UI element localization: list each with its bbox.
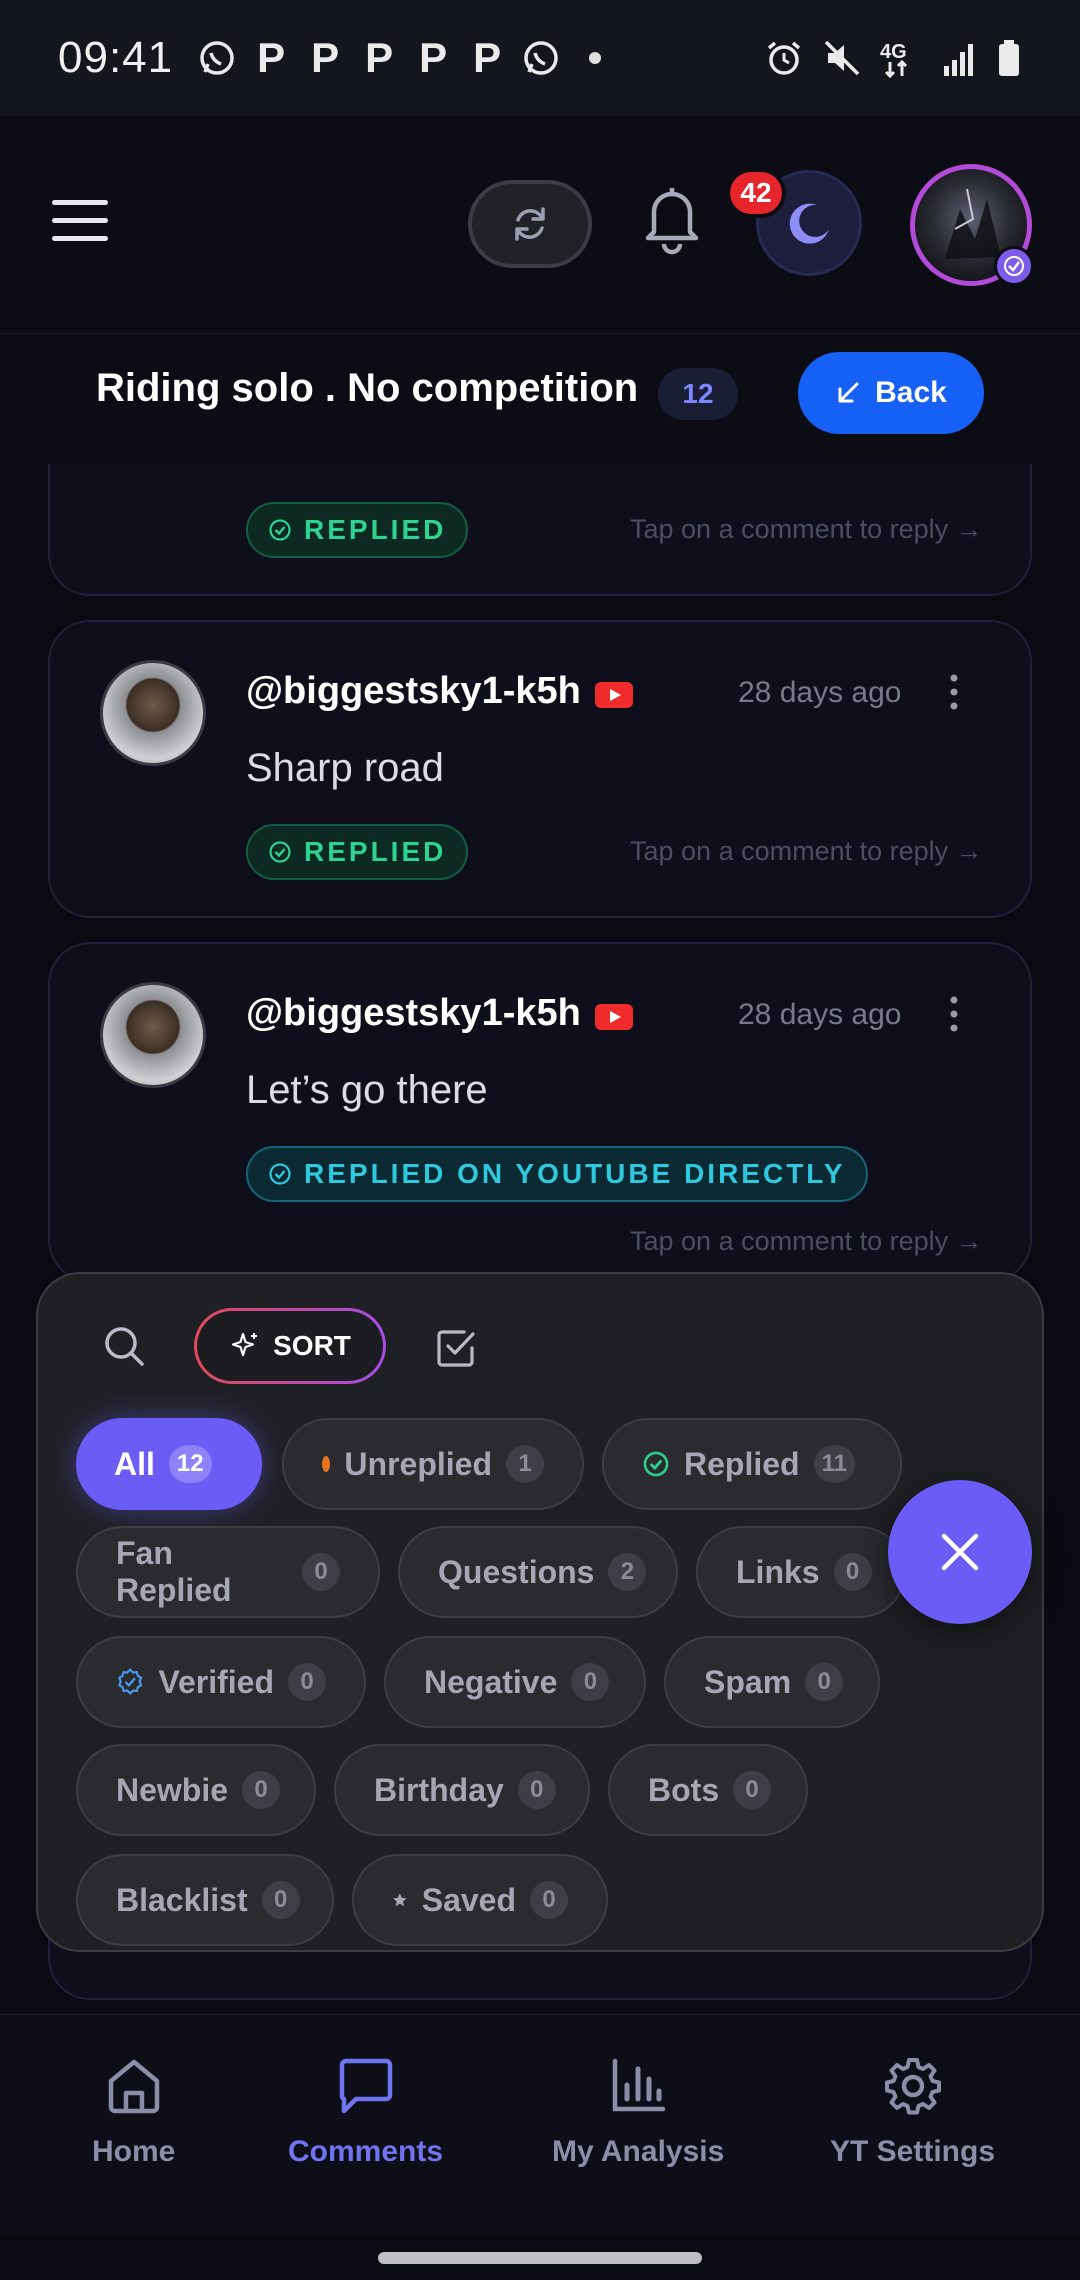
filter-chip-replied[interactable]: Replied 11 (602, 1418, 902, 1510)
filter-chip-verified[interactable]: Verified 0 (76, 1636, 366, 1728)
whatsapp-icon (524, 41, 558, 75)
avatar (100, 982, 206, 1088)
svg-text:4G: 4G (880, 41, 907, 63)
bar-chart-icon (612, 2058, 666, 2112)
page-title: Riding solo . No competition (96, 366, 639, 410)
network-4g-icon: 4G (880, 41, 908, 78)
close-icon (941, 1533, 979, 1571)
comment-timestamp: 28 days ago (738, 676, 902, 709)
nav-item-home[interactable]: Home (92, 2055, 175, 2169)
back-button-label: Back (875, 376, 947, 409)
star-icon (393, 1893, 407, 1907)
comment-card[interactable]: @biggestsky1-k5h 28 days ago Sharp road … (48, 620, 1032, 918)
filter-chip-blacklist[interactable]: Blacklist 0 (76, 1854, 334, 1946)
youtube-icon (595, 682, 633, 708)
refresh-icon (515, 207, 545, 241)
comment-username: @biggestsky1-k5h (246, 992, 581, 1034)
app-header: 42 (0, 116, 1080, 334)
filter-chip-saved[interactable]: Saved 0 (352, 1854, 608, 1946)
battery-icon (999, 40, 1019, 76)
comment-count-badge: 12 (658, 368, 738, 420)
back-button[interactable]: Back (798, 352, 984, 434)
sort-label: SORT (273, 1330, 351, 1361)
filter-chip-unreplied[interactable]: Unreplied 1 (282, 1418, 584, 1510)
status-time: 09:41 (58, 33, 174, 82)
app-notification-icon: P (419, 34, 448, 81)
gear-icon (884, 2058, 941, 2115)
avatar (100, 660, 206, 766)
home-icon (108, 2059, 159, 2114)
filter-chip-negative[interactable]: Negative 0 (384, 1636, 646, 1728)
sort-button[interactable]: SORT (194, 1308, 386, 1384)
nav-item-comments[interactable]: Comments (288, 2055, 443, 2169)
status-badge: REPLIED ON YOUTUBE DIRECTLY (246, 1146, 868, 1202)
check-circle-icon (269, 1163, 291, 1185)
home-indicator (378, 2252, 702, 2264)
youtube-icon (595, 1004, 633, 1030)
notification-count-badge: 42 (730, 172, 782, 214)
filter-chip-newbie[interactable]: Newbie 0 (76, 1744, 316, 1836)
filter-chip-bots[interactable]: Bots 0 (608, 1744, 808, 1836)
more-notifications-dot-icon (589, 52, 602, 64)
select-checkbox-icon[interactable] (434, 1326, 478, 1370)
verified-badge-icon (994, 246, 1034, 286)
filter-chip-questions[interactable]: Questions 2 (398, 1526, 678, 1618)
status-badge: REPLIED (246, 502, 469, 558)
app-notification-icon: P (311, 34, 340, 81)
alarm-icon (767, 41, 801, 75)
comment-username: @biggestsky1-k5h (246, 670, 581, 712)
status-badge: REPLIED (246, 824, 469, 880)
tap-to-reply-hint: Tap on a comment to reply → (630, 836, 983, 866)
unreplied-dot-icon (322, 1456, 331, 1472)
mute-icon (824, 40, 860, 76)
check-circle-icon (269, 519, 291, 541)
comment-text: Let’s go there (246, 1068, 488, 1112)
tap-to-reply-hint: Tap on a comment to reply → (630, 1226, 983, 1256)
comment-text: Sharp road (246, 746, 444, 790)
chat-bubble-icon (339, 2058, 392, 2114)
filter-chip-links[interactable]: Links 0 (696, 1526, 906, 1618)
filter-chip-all[interactable]: All 12 (76, 1418, 262, 1510)
notifications-button[interactable] (636, 178, 708, 258)
nav-item-my-analysis[interactable]: My Analysis (552, 2055, 724, 2169)
bell-icon (645, 188, 699, 255)
check-circle-icon (269, 841, 291, 863)
search-icon[interactable] (100, 1322, 148, 1370)
filter-chip-fan-replied[interactable]: Fan Replied 0 (76, 1526, 380, 1618)
moon-icon (789, 203, 829, 244)
filter-sheet: SORT All 12 Unreplied 1 Replied 11 Fan Repl… (36, 1272, 1044, 1952)
more-options-icon[interactable] (944, 672, 964, 712)
tap-to-reply-hint: Tap on a comment to reply → (630, 514, 983, 544)
whatsapp-icon (200, 41, 234, 75)
refresh-button[interactable] (468, 180, 592, 268)
comment-card[interactable]: @biggestsky1-k5h 28 days ago Let’s go th… (48, 942, 1032, 1282)
bottom-navigation: Home Comments My Analysis YT Settings (0, 2014, 1080, 2234)
check-circle-icon (643, 1451, 669, 1477)
filter-chip-spam[interactable]: Spam 0 (664, 1636, 880, 1728)
hamburger-menu-icon[interactable] (52, 200, 108, 246)
page-title-bar: Riding solo . No competition 12 Back (0, 334, 1080, 464)
signal-icon (944, 44, 973, 76)
app-notification-icon: P (365, 34, 394, 81)
app-notification-icon: P (473, 34, 502, 81)
nav-item-yt-settings[interactable]: YT Settings (830, 2055, 995, 2169)
more-options-icon[interactable] (944, 994, 964, 1034)
close-filter-button[interactable] (888, 1480, 1032, 1624)
comment-timestamp: 28 days ago (738, 998, 902, 1031)
sparkles-icon (232, 1332, 258, 1357)
arrow-down-left-icon (838, 382, 859, 403)
status-bar: 09:41 P P P P P 4G (0, 0, 1080, 116)
verified-badge-icon (118, 1668, 143, 1695)
app-notification-icon: P (257, 34, 286, 81)
filter-chip-birthday[interactable]: Birthday 0 (334, 1744, 590, 1836)
